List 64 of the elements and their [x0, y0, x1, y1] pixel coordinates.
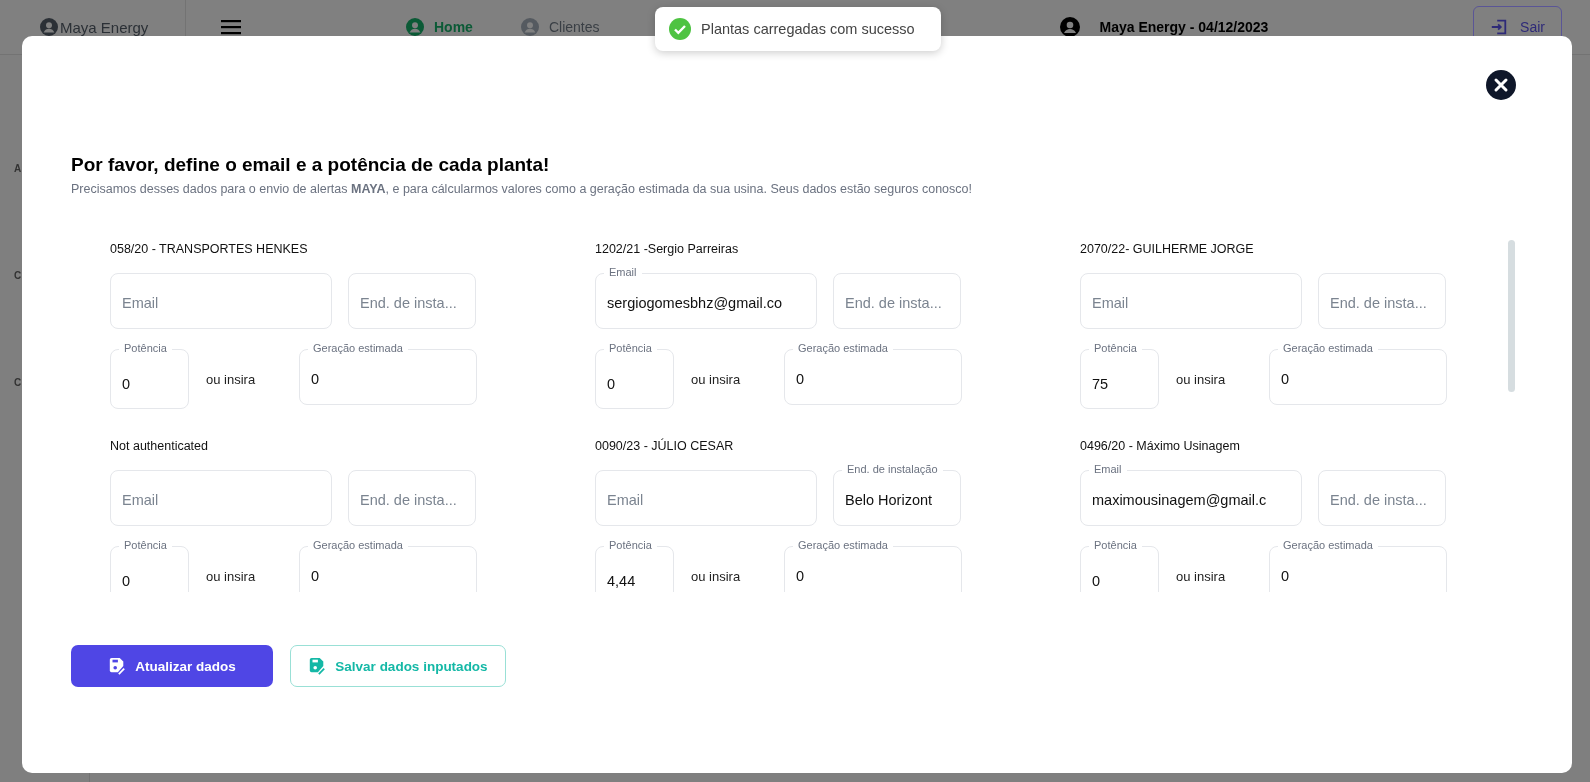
or-text: ou insira [690, 568, 742, 584]
sidebar-label: C [14, 377, 23, 388]
input-field[interactable]: End. de instalação Belo Horizont [833, 462, 961, 526]
field-label: Potência [604, 341, 657, 355]
or-text: ou insira [1175, 568, 1227, 584]
field-label: Geração estimada [1278, 538, 1378, 552]
menu-icon[interactable] [221, 19, 241, 35]
input-field[interactable]: End. de insta... [833, 265, 961, 329]
or-text: ou insira [205, 371, 257, 387]
or-text: ou insira [205, 568, 257, 584]
user-icon [1059, 17, 1080, 37]
input-field[interactable]: Email [1080, 265, 1302, 329]
input-field[interactable]: End. de insta... [1318, 462, 1446, 526]
field-label: Geração estimada [793, 341, 893, 355]
user-date: Maya Energy - 04/12/2023 [1099, 19, 1269, 35]
or-text: ou insira [690, 371, 742, 387]
close-icon[interactable] [1486, 70, 1516, 100]
user-icon [40, 18, 58, 36]
check-icon [669, 18, 691, 40]
field-label: Potência [1089, 538, 1142, 552]
field-label: Geração estimada [1278, 341, 1378, 355]
plant-name: 0496/20 - Máximo Usinagem [1080, 439, 1241, 453]
user-icon [406, 18, 424, 36]
plant-name: 1202/21 -Sergio Parreiras [595, 242, 740, 256]
field-label: Geração estimada [308, 341, 408, 355]
floppy-edit-icon [308, 657, 327, 675]
input-field[interactable]: End. de insta... [1318, 265, 1446, 329]
input-field[interactable]: End. de insta... [348, 462, 476, 526]
save-button[interactable]: Atualizar dados [71, 645, 273, 687]
input-field[interactable]: Email sergiogomesbhz@gmail.co [595, 265, 817, 329]
plant-name: 0090/23 - JÚLIO CESAR [595, 439, 735, 453]
user-icon [520, 18, 539, 36]
floppy-edit-icon [108, 657, 127, 675]
field-label: End. de instalação [842, 462, 943, 476]
brand-name: Maya Energy [60, 18, 149, 36]
field-label: Potência [604, 538, 657, 552]
input-field[interactable]: Potência 0 [110, 341, 189, 409]
scrollbar[interactable] [1508, 240, 1515, 392]
input-field[interactable]: Email [110, 265, 332, 329]
input-field[interactable]: Email maximousinagem@gmail.c [1080, 462, 1302, 526]
plant-name: 2070/22- GUILHERME JORGE [1080, 242, 1255, 256]
input-field[interactable]: Email [110, 462, 332, 526]
input-field[interactable]: Email [595, 462, 817, 526]
plant-name: Not authenticated [110, 439, 209, 453]
sidebar-label: C [14, 270, 23, 281]
field-label: Potência [119, 341, 172, 355]
field-label: Email [604, 265, 642, 279]
modal-title: Por favor, define o email e a potência de cada planta! [71, 154, 551, 176]
input-field[interactable]: Geração estimada 0 [784, 341, 962, 405]
field-label: Potência [119, 538, 172, 552]
plant-name: 058/20 - TRANSPORTES HENKES [110, 242, 309, 256]
field-label: Geração estimada [793, 538, 893, 552]
logout-icon [1490, 18, 1509, 36]
input-field[interactable]: End. de insta... [348, 265, 476, 329]
input-field[interactable]: Geração estimada 0 [1269, 341, 1447, 405]
field-label: Potência [1089, 341, 1142, 355]
field-label: Geração estimada [308, 538, 408, 552]
input-field[interactable]: Potência 0 [595, 341, 674, 409]
field-label: Email [1089, 462, 1127, 476]
or-text: ou insira [1175, 371, 1227, 387]
input-field[interactable]: Geração estimada 0 [299, 341, 477, 405]
toast-message: Plantas carregadas com sucesso [701, 21, 915, 37]
modal-subtitle: Precisamos desses dados para o envio de alertas MAYA, e para cálcularmos valores como a geração estimada da sua usina. Seus dados estão seguros conosco! [71, 182, 973, 196]
input-field[interactable]: Potência 75 [1080, 341, 1159, 409]
